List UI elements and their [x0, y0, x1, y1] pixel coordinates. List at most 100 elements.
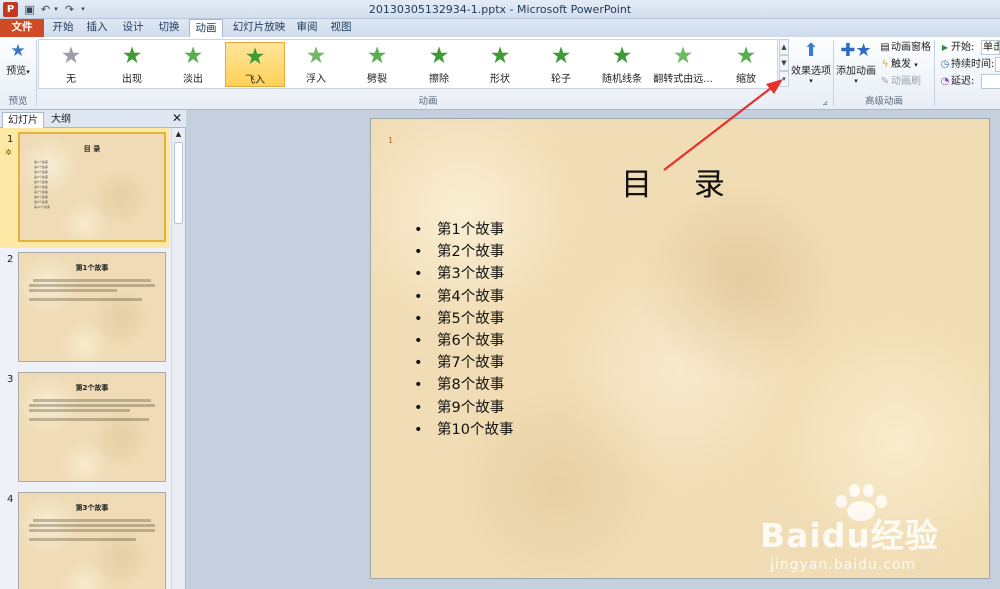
effect-7[interactable]: ★ 擦除 [409, 42, 469, 87]
effect-1[interactable]: ★ 无 [41, 42, 101, 87]
slides-pane-scrollbar[interactable]: ▲ [171, 128, 185, 589]
effect-label: 随机线条 [602, 74, 642, 85]
delay-setting: ◔ 延迟: [939, 74, 975, 89]
effect-star-icon: ★ [489, 43, 511, 69]
thumbnail-body-text [29, 517, 155, 543]
powerpoint-app-icon[interactable]: P [3, 2, 18, 17]
slide-thumbnail-row[interactable]: 3 第2个故事 [0, 368, 170, 488]
lightning-icon: ϟ [881, 59, 889, 70]
animation-pane-button[interactable]: ▤动画窗格 [879, 40, 931, 55]
effect-label: 劈裂 [367, 74, 387, 85]
slide-bullet-item: 第7个故事 [414, 352, 513, 374]
thumbnail-list-item: 第10个故事 [34, 205, 50, 209]
preview-label: 预览 [6, 66, 27, 77]
slide-thumbnail[interactable]: 目 录 第1个故事 第2个故事 第3个故事 第4个故事 第5个故事 第6个故事 第7个故事第… [18, 132, 166, 242]
effect-star-icon: ★ [305, 43, 327, 69]
effect-8[interactable]: ★ 形状 [470, 42, 530, 87]
close-pane-icon[interactable]: ✕ [172, 111, 182, 125]
slide-title[interactable]: 目 录 [371, 159, 991, 204]
tab-transitions[interactable]: 切换 [154, 19, 184, 37]
arrow-up-icon: ⬆ [803, 40, 819, 61]
effect-options-label: 效果选项 [791, 66, 831, 77]
effect-label: 浮入 [306, 74, 326, 85]
thumbnail-title: 第1个故事 [75, 264, 109, 272]
effect-3[interactable]: ★ 淡出 [163, 42, 223, 87]
slide-thumbnail[interactable]: 第3个故事 [18, 492, 166, 589]
effect-label: 翻转式由远... [653, 74, 713, 85]
slide-number: 1 [7, 134, 14, 145]
thumbnail-body-text [29, 397, 155, 423]
effect-star-icon: ★ [366, 43, 388, 69]
effect-label: 缩放 [736, 74, 756, 85]
slide-thumbnail-row[interactable]: 1 ✲ 目 录 第1个故事 第2个故事 第3个故事 第4个故事 第5个故事 第6个故事 第7… [0, 128, 170, 248]
save-icon[interactable]: ▣ [22, 2, 37, 17]
gallery-scroll-up-icon[interactable]: ▲ [779, 39, 789, 55]
tab-view[interactable]: 视图 [326, 19, 356, 37]
title-bar: P ▣ ↶ ▾ ↷ ▾ 20130305132934-1.pptx - Micr… [0, 0, 1000, 19]
slide-bullet-item: 第9个故事 [414, 397, 513, 419]
effect-star-icon: ★ [121, 43, 143, 69]
slide-thumbnail-row[interactable]: 2 第1个故事 [0, 248, 170, 368]
slide-bullet-item: 第1个故事 [414, 219, 513, 241]
effect-4[interactable]: ★ 飞入 [225, 42, 285, 87]
effect-options-button[interactable]: ⬆ 效果选项 ▾ [791, 40, 831, 92]
thumbnail-title: 目 录 [83, 145, 101, 153]
thumbnail-body-text [29, 277, 155, 303]
slide-bullet-list[interactable]: 第1个故事第2个故事第3个故事第4个故事第5个故事第6个故事第7个故事第8个故事… [414, 219, 513, 441]
tab-file[interactable]: 文件 [0, 19, 44, 37]
animation-dialog-launcher-icon[interactable]: ⊿ [820, 99, 830, 107]
tab-slides[interactable]: 幻灯片 [2, 112, 44, 128]
effect-star-icon: ★ [182, 43, 204, 69]
start-select[interactable]: 单击 [981, 40, 1000, 55]
effect-9[interactable]: ★ 轮子 [531, 42, 591, 87]
effect-11[interactable]: ★ 翻转式由远... [653, 42, 713, 87]
duration-input[interactable] [995, 57, 1000, 72]
trigger-label: 触发 [891, 59, 911, 70]
effect-star-icon: ★ [244, 44, 266, 70]
tab-insert[interactable]: 插入 [82, 19, 112, 37]
baidu-jingyan-watermark: Baidu经验 jingyan.baidu.com [752, 479, 987, 585]
slide-number: 4 [7, 494, 14, 505]
animation-number-marker[interactable]: 1 [388, 136, 393, 145]
animation-painter-button[interactable]: ✎ 动画刷 [879, 74, 921, 89]
add-animation-button[interactable]: ✚★ 添加动画 ▾ [836, 40, 876, 92]
slide-thumbnail-row[interactable]: 4 第3个故事 [0, 488, 170, 589]
undo-icon[interactable]: ↶ [38, 2, 53, 17]
effect-star-icon: ★ [60, 43, 82, 69]
slide-thumbnail[interactable]: 第1个故事 [18, 252, 166, 362]
animation-pane-label: 动画窗格 [891, 42, 931, 53]
slide-bullet-item: 第3个故事 [414, 263, 513, 285]
effect-5[interactable]: ★ 浮入 [286, 42, 346, 87]
effect-2[interactable]: ★ 出现 [102, 42, 162, 87]
scroll-thumb[interactable] [174, 142, 183, 224]
effect-12[interactable]: ★ 缩放 [716, 42, 776, 87]
effect-star-icon: ★ [672, 43, 694, 69]
preview-button[interactable]: ★ 预览▾ [3, 40, 33, 90]
tab-slideshow[interactable]: 幻灯片放映 [228, 19, 290, 37]
animation-marker-icon: ✲ [5, 148, 12, 157]
slide-thumbnail[interactable]: 第2个故事 [18, 372, 166, 482]
tab-outline[interactable]: 大纲 [46, 112, 76, 128]
group-divider [36, 40, 37, 106]
slide-bullet-item: 第4个故事 [414, 286, 513, 308]
duration-setting: ◷ 持续时间: [939, 57, 995, 72]
slide-bullet-item: 第5个故事 [414, 308, 513, 330]
effect-label: 形状 [490, 74, 510, 85]
tab-home[interactable]: 开始 [48, 19, 78, 37]
tab-animations[interactable]: 动画 [189, 19, 223, 38]
scroll-up-icon[interactable]: ▲ [172, 128, 185, 140]
delay-input[interactable] [981, 74, 1000, 89]
slide-bullet-item: 第2个故事 [414, 241, 513, 263]
customize-qat-icon[interactable]: ▾ [78, 2, 88, 17]
gallery-scroll-down-icon[interactable]: ▼ [779, 55, 789, 71]
effect-star-icon: ★ [550, 43, 572, 69]
undo-dropdown-icon[interactable]: ▾ [52, 2, 60, 17]
effect-10[interactable]: ★ 随机线条 [592, 42, 652, 87]
effect-6[interactable]: ★ 劈裂 [347, 42, 407, 87]
tab-design[interactable]: 设计 [118, 19, 148, 37]
gallery-more-icon[interactable]: ▾ [779, 71, 789, 87]
redo-icon[interactable]: ↷ [62, 2, 77, 17]
tab-review[interactable]: 审阅 [292, 19, 322, 37]
trigger-button[interactable]: ϟ 触发 ▾ [879, 57, 918, 72]
effect-label: 擦除 [429, 74, 449, 85]
